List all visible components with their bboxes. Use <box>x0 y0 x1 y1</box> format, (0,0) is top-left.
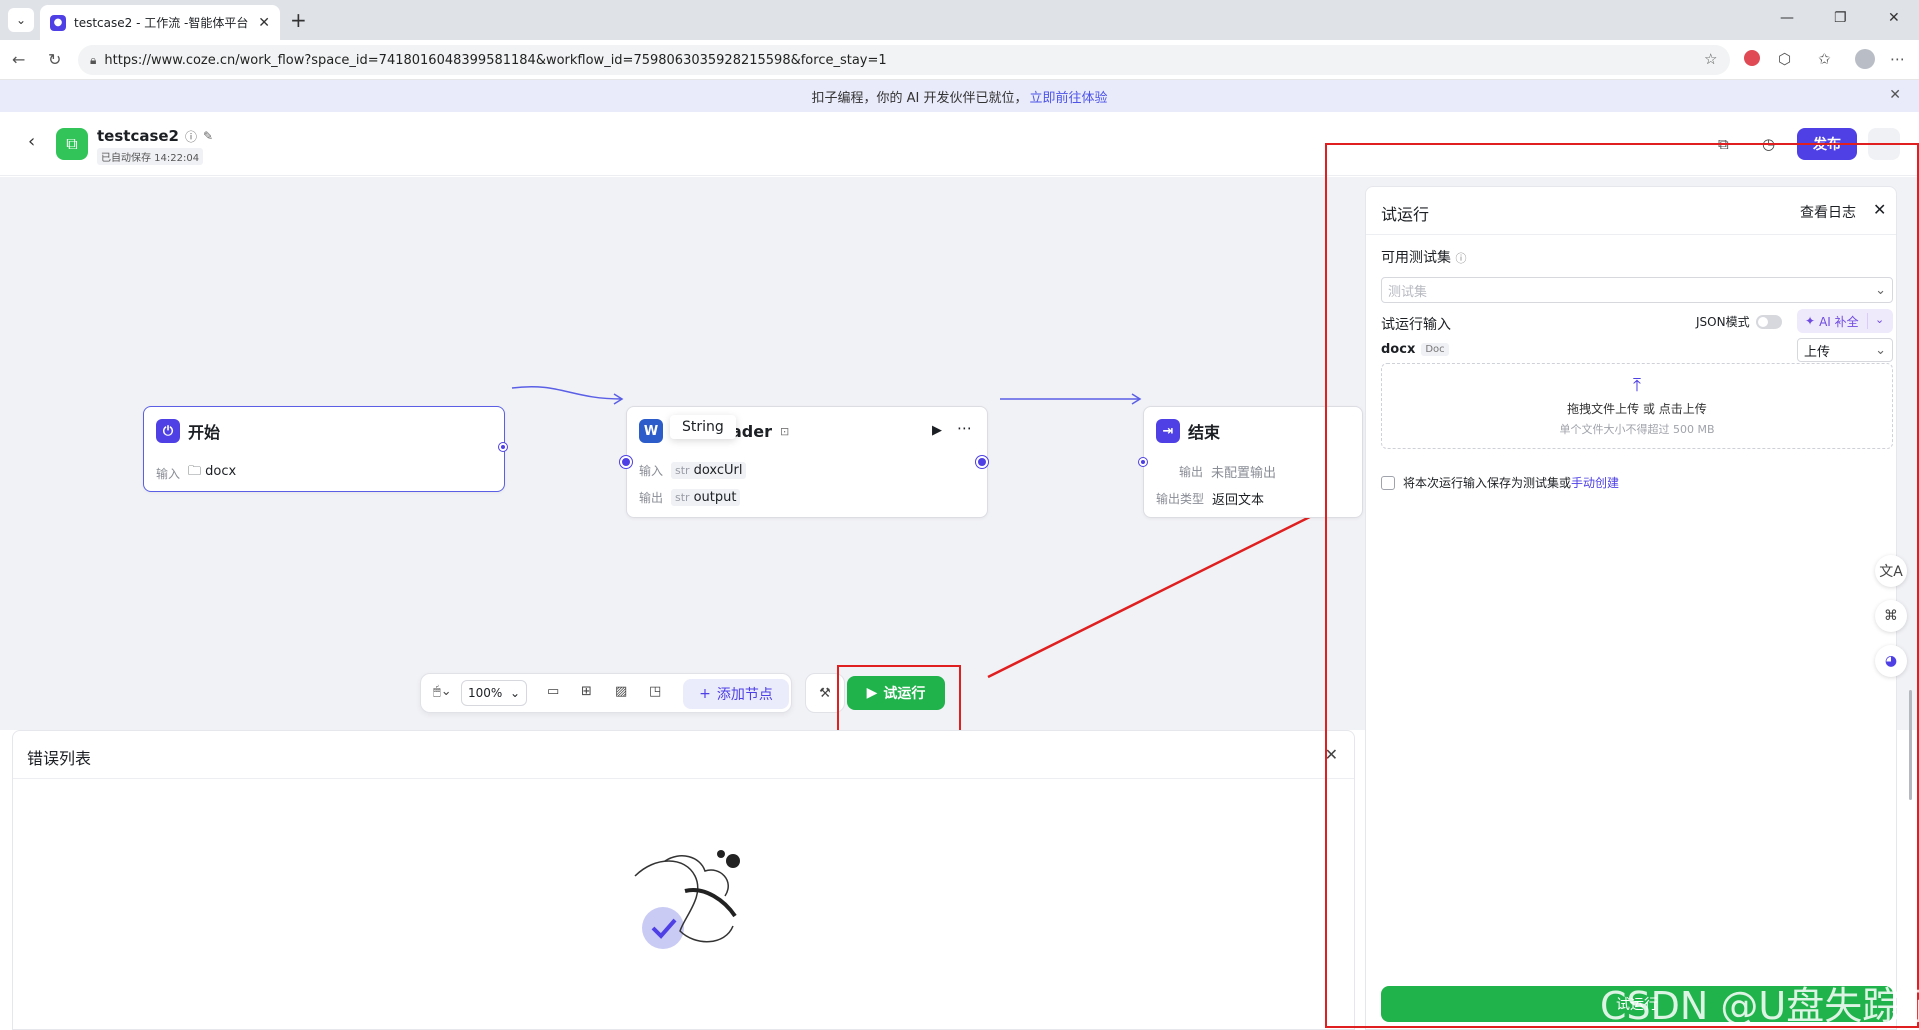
start-output-port[interactable] <box>499 443 507 451</box>
comment-icon[interactable]: ▭ <box>547 684 559 699</box>
panel-scrollbar[interactable] <box>1909 690 1912 800</box>
translate-icon[interactable]: 文A <box>1875 555 1907 587</box>
end-output-value: 未配置输出 <box>1211 466 1277 481</box>
favorite-star-icon[interactable]: ☆ <box>1704 50 1717 68</box>
coze-favicon-icon: ● <box>50 14 66 31</box>
browser-tabbar: ⌄ ● testcase2 - 工作流 -智能体平台 ✕ + — ❐ ✕ <box>0 0 1919 40</box>
error-list-panel: 错误列表 ✕ <box>12 730 1355 1030</box>
app-name: testcase2 <box>97 127 179 145</box>
tab-close-icon[interactable]: ✕ <box>258 15 270 31</box>
word-icon: W <box>639 419 663 443</box>
favorites-icon[interactable]: ✩ <box>1818 50 1831 68</box>
reader-output-port[interactable] <box>976 456 988 468</box>
reader-output-chip: str output <box>671 489 741 506</box>
back-icon[interactable]: ← <box>12 50 25 69</box>
browser-menu-icon[interactable]: ⋯ <box>1890 50 1905 68</box>
info-icon[interactable]: ⓘ <box>185 128 197 145</box>
run-node-icon[interactable]: ▶ <box>932 423 942 438</box>
end-node-title: 结束 <box>1188 423 1221 442</box>
back-arrow-icon[interactable]: ‹ <box>28 131 35 152</box>
start-node[interactable]: ⏻ 开始 输入 🗀︎ docx <box>143 406 505 492</box>
red-extension-icon[interactable] <box>1744 50 1760 66</box>
window-close-icon[interactable]: ✕ <box>1888 10 1900 26</box>
divider <box>13 778 1354 779</box>
reader-output-label: 输出 <box>639 491 664 505</box>
zoom-select[interactable]: 100% ⌄ <box>461 680 527 706</box>
browser-tab[interactable]: ● testcase2 - 工作流 -智能体平台 ✕ <box>40 5 280 40</box>
start-input-label: 输入 <box>156 466 181 481</box>
end-node-icon: ⇥ <box>1156 419 1180 443</box>
error-list-title: 错误列表 <box>27 749 92 768</box>
start-node-title: 开始 <box>188 423 221 442</box>
tab-list-icon[interactable]: ⌄ <box>8 8 34 32</box>
reload-icon[interactable]: ↻ <box>48 50 61 69</box>
minimize-icon[interactable]: — <box>1780 10 1794 26</box>
end-output-type-label: 输出类型 <box>1156 492 1205 506</box>
plus-icon: + <box>699 686 711 702</box>
csdn-watermark: CSDN @U盘失踪了 <box>1600 984 1919 1028</box>
end-output-label: 输出 <box>1179 465 1204 479</box>
canvas-toolbar: 🖱︎⌄ 100% ⌄ ▭ ⊞ ▨ ◳ + 添加节点 <box>420 673 792 713</box>
test-run-button[interactable]: ▶ 试运行 <box>847 676 945 710</box>
banner-text: 扣子编程，你的 AI 开发伙伴已就位， <box>811 90 1028 106</box>
restore-icon[interactable]: ❐ <box>1834 10 1847 26</box>
reader-input-label: 输入 <box>639 464 664 478</box>
end-output-type-value: 返回文本 <box>1212 493 1265 508</box>
node-more-icon[interactable]: ⋯ <box>957 419 972 437</box>
url-text: https://www.coze.cn/work_flow?space_id=7… <box>104 52 887 68</box>
start-node-icon: ⏻ <box>156 419 180 443</box>
apps-icon[interactable]: ⌘ <box>1875 600 1907 632</box>
banner-link[interactable]: 立即前往体验 <box>1029 87 1107 106</box>
autosave-badge: 已自动保存 14:22:04 <box>97 148 204 165</box>
annotation-box-panel <box>1325 143 1919 1028</box>
url-field[interactable]: 🔒︎ https://www.coze.cn/work_flow?space_i… <box>78 45 1730 75</box>
grid-icon[interactable]: ⊞ <box>581 684 592 699</box>
site-info-icon[interactable]: 🔒︎ <box>90 53 96 68</box>
extension-icon[interactable]: ⬡ <box>1778 50 1791 68</box>
app-title: testcase2 ⓘ ✎ <box>97 127 213 145</box>
type-tooltip: String <box>670 415 736 439</box>
address-bar-row: ← ↻ 🔒︎ https://www.coze.cn/work_flow?spa… <box>0 40 1919 80</box>
test-run-label: 试运行 <box>883 686 926 702</box>
image-icon[interactable]: ▨ <box>615 684 627 699</box>
add-node-label: 添加节点 <box>716 687 773 703</box>
empty-state-illustration <box>634 850 740 949</box>
tab-title: testcase2 - 工作流 -智能体平台 <box>74 16 249 30</box>
edit-icon[interactable]: ✎ <box>203 129 213 143</box>
start-input-value: 🗀︎ docx <box>188 464 237 479</box>
promo-banner: 扣子编程，你的 AI 开发伙伴已就位， 立即前往体验 <box>0 80 1919 112</box>
edge-start-reader <box>511 386 623 400</box>
workflow-logo-icon: ⧉ <box>56 128 88 160</box>
assistant-icon[interactable]: ◕ <box>1875 645 1907 677</box>
play-icon: ▶ <box>866 685 878 701</box>
profile-avatar[interactable] <box>1855 49 1875 69</box>
new-tab-icon[interactable]: + <box>290 8 307 32</box>
chevron-down-icon: ⌄ <box>509 686 520 700</box>
mouse-mode-icon[interactable]: 🖱︎⌄ <box>433 684 452 699</box>
annotation-arrow <box>987 489 1363 679</box>
reader-node-title-right: ader <box>731 421 772 441</box>
banner-close-icon[interactable]: ✕ <box>1889 87 1901 103</box>
minimap-icon[interactable]: ◳ <box>649 684 661 699</box>
add-node-button[interactable]: + 添加节点 <box>683 679 789 709</box>
reader-input-chip: str doxcUrl <box>671 462 747 479</box>
zoom-value: 100% <box>468 686 503 700</box>
node-info-icon[interactable]: ⊡ <box>780 425 789 438</box>
reader-input-port[interactable] <box>620 456 632 468</box>
end-input-port[interactable] <box>1139 458 1147 466</box>
